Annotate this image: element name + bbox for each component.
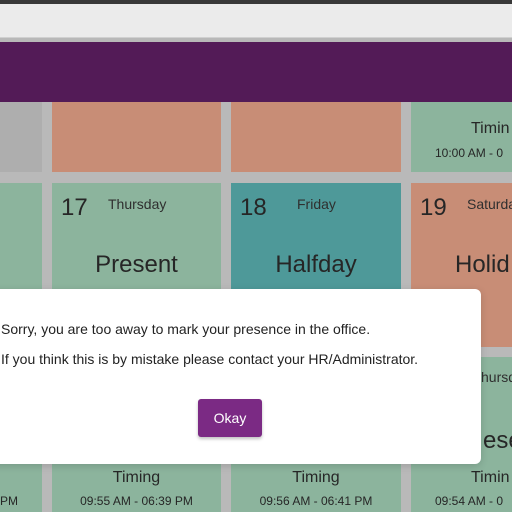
okay-button[interactable]: Okay <box>198 399 262 437</box>
dialog-message-line-2: If you think this is by mistake please c… <box>1 351 419 367</box>
screen: Timin 10:00 AM - 0 17 Thursday Present 1… <box>0 0 512 512</box>
location-error-dialog: Sorry, you are too away to mark your pre… <box>0 289 481 464</box>
dialog-message-line-1: Sorry, you are too away to mark your pre… <box>1 321 371 337</box>
